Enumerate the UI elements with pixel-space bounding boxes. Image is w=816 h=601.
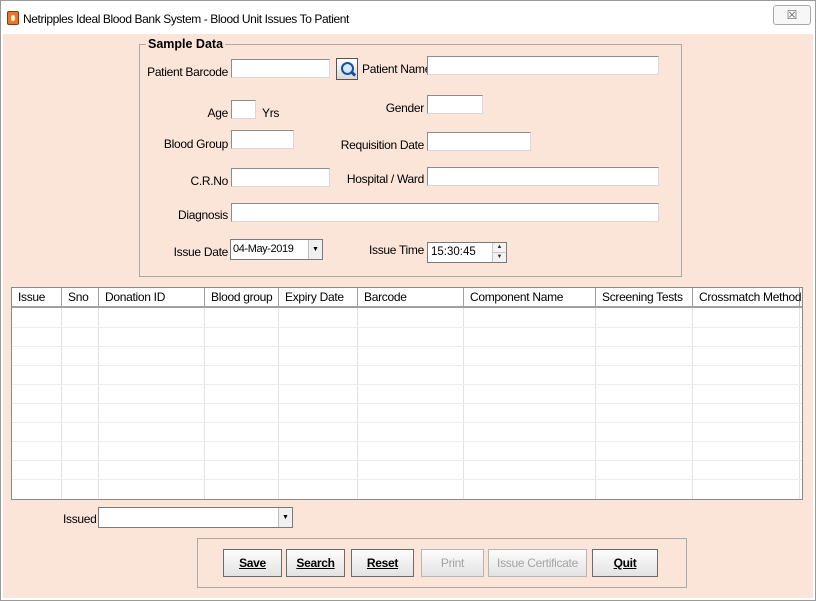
grid-row-divider xyxy=(12,327,802,328)
column-header-issue[interactable]: Issue xyxy=(12,288,62,306)
grid-row-divider xyxy=(12,346,802,347)
issued-select[interactable]: ▼ xyxy=(98,507,293,528)
patient-name-label: Patient Name xyxy=(362,62,432,76)
blood-bank-app-icon xyxy=(7,11,19,25)
requisition-date-label: Requisition Date xyxy=(340,138,425,152)
crno-label: C.R.No xyxy=(190,174,228,188)
blood-group-label: Blood Group xyxy=(163,137,228,151)
issue-certificate-button[interactable]: Issue Certificate xyxy=(488,549,587,577)
title-bar: Netripples Ideal Blood Bank System - Blo… xyxy=(1,1,815,33)
quit-button[interactable]: Quit xyxy=(592,549,658,577)
patient-name-input[interactable] xyxy=(427,56,659,75)
sample-data-title: Sample Data xyxy=(146,37,226,51)
grid-row-divider xyxy=(12,479,802,480)
save-button[interactable]: Save xyxy=(223,549,282,577)
issue-units-grid[interactable]: Issue Sno Donation ID Blood group Expiry… xyxy=(11,287,803,500)
age-unit-label: Yrs xyxy=(262,106,280,120)
grid-row-divider xyxy=(12,441,802,442)
spin-buttons: ▲ ▼ xyxy=(492,243,506,262)
diagnosis-label: Diagnosis xyxy=(178,208,228,222)
grid-row-divider xyxy=(12,403,802,404)
search-button[interactable]: Search xyxy=(286,549,345,577)
column-header-component-name[interactable]: Component Name xyxy=(464,288,596,306)
column-header-crossmatch-method[interactable]: Crossmatch Method xyxy=(693,288,802,306)
patient-barcode-label: Patient Barcode xyxy=(147,65,228,79)
diagnosis-input[interactable] xyxy=(231,203,659,222)
grid-row-divider xyxy=(12,384,802,385)
gender-label: Gender xyxy=(385,101,425,115)
requisition-date-input[interactable] xyxy=(427,132,531,151)
window-title: Netripples Ideal Blood Bank System - Blo… xyxy=(23,12,349,26)
magnifier-handle xyxy=(349,70,357,77)
issue-time-value: 15:30:45 xyxy=(431,246,476,258)
chevron-down-icon[interactable]: ▼ xyxy=(278,508,292,527)
grid-row-divider xyxy=(12,365,802,366)
patient-search-button[interactable] xyxy=(336,58,358,80)
issue-time-label: Issue Time xyxy=(368,243,424,257)
grid-row-divider xyxy=(12,422,802,423)
grid-header: Issue Sno Donation ID Blood group Expiry… xyxy=(12,288,802,308)
column-header-donation-id[interactable]: Donation ID xyxy=(99,288,205,306)
issue-time-spinner[interactable]: 15:30:45 ▲ ▼ xyxy=(427,242,507,263)
form-client-area: Sample Data Patient Barcode Patient Name… xyxy=(3,34,813,598)
gender-input[interactable] xyxy=(427,95,483,114)
issue-date-label: Issue Date xyxy=(173,245,229,259)
column-header-screening-tests[interactable]: Screening Tests xyxy=(596,288,693,306)
blood-group-input[interactable] xyxy=(231,130,294,149)
close-button[interactable]: ☒ xyxy=(773,5,811,25)
hospital-ward-input[interactable] xyxy=(427,167,659,186)
issue-date-value: 04-May-2019 xyxy=(233,243,294,255)
column-header-barcode[interactable]: Barcode xyxy=(358,288,464,306)
age-input[interactable] xyxy=(231,100,256,119)
crno-input[interactable] xyxy=(231,168,330,187)
column-header-expiry-date[interactable]: Expiry Date xyxy=(279,288,358,306)
issued-label: Issued xyxy=(63,512,97,526)
column-header-sno[interactable]: Sno xyxy=(62,288,99,306)
hospital-ward-label: Hospital / Ward xyxy=(346,172,424,186)
age-label: Age xyxy=(207,106,229,120)
spin-down-icon[interactable]: ▼ xyxy=(493,252,506,262)
issue-date-picker[interactable]: 04-May-2019 ▼ xyxy=(230,239,323,260)
grid-row-divider xyxy=(12,460,802,461)
column-header-blood-group[interactable]: Blood group xyxy=(205,288,279,306)
chevron-down-icon[interactable]: ▼ xyxy=(308,240,322,259)
reset-button[interactable]: Reset xyxy=(351,549,414,577)
patient-barcode-input[interactable] xyxy=(231,59,330,78)
app-window: Netripples Ideal Blood Bank System - Blo… xyxy=(0,0,816,601)
print-button[interactable]: Print xyxy=(421,549,484,577)
spin-up-icon[interactable]: ▲ xyxy=(493,243,506,252)
